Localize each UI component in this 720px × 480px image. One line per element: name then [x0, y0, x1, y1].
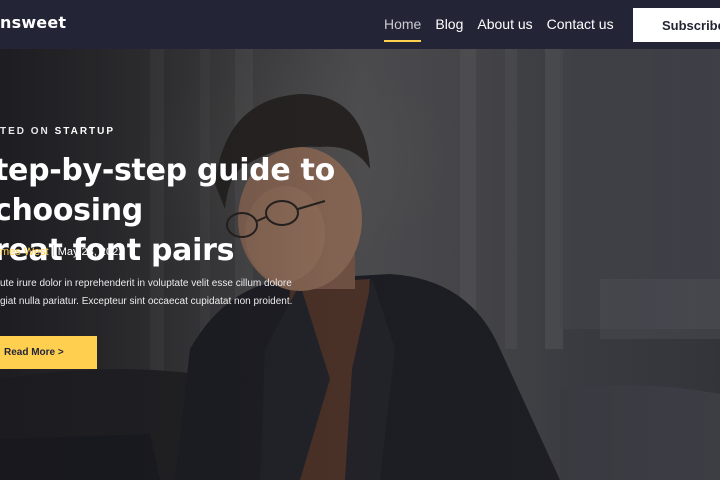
author-link[interactable]: mes West	[0, 246, 49, 258]
nav-link-blog[interactable]: Blog	[435, 0, 463, 49]
subscribe-button[interactable]: Subscribe	[633, 8, 720, 42]
excerpt-line-1: ute irure dolor in reprehenderit in volu…	[0, 278, 292, 289]
category-link[interactable]: STARTUP	[55, 126, 115, 137]
read-more-button[interactable]: Read More >	[0, 336, 97, 369]
nav-link-contact-us[interactable]: Contact us	[547, 0, 614, 49]
hero-section: TED ON STARTUP tep-by-step guide to choo…	[0, 49, 720, 480]
excerpt-line-2: giat nulla pariatur. Excepteur sint occa…	[0, 296, 293, 307]
top-navbar: nsweet Home Blog About us Contact us Sub…	[0, 0, 720, 49]
post-excerpt: ute irure dolor in reprehenderit in volu…	[0, 275, 310, 311]
post-date: May 23, 2022	[57, 246, 125, 258]
nav-link-home[interactable]: Home	[384, 0, 422, 49]
posted-on-prefix: TED ON	[0, 126, 55, 137]
main-nav: Home Blog About us Contact us	[384, 0, 628, 49]
meta-divider	[52, 245, 54, 256]
nav-link-about-us[interactable]: About us	[477, 0, 532, 49]
site-logo[interactable]: nsweet	[0, 13, 66, 32]
post-meta: mes West May 23, 2022	[0, 245, 124, 258]
headline-line-1: tep-by-step guide to choosing	[0, 153, 335, 228]
posted-on-label: TED ON STARTUP	[0, 126, 115, 137]
